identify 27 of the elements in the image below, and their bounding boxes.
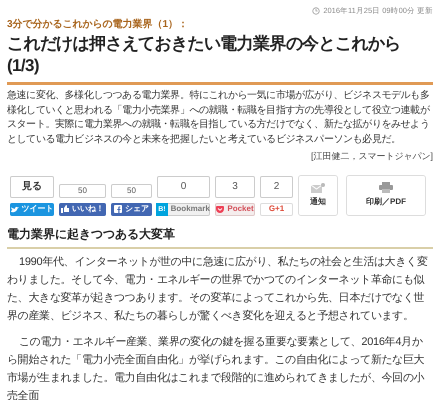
envelope-icon: [311, 182, 325, 192]
section-heading: 電力業界に起きつつある大変革: [7, 226, 176, 242]
gplus-button[interactable]: G+1: [260, 202, 293, 216]
share-button[interactable]: シェア: [111, 202, 152, 216]
pocket-icon: [216, 206, 224, 212]
body-paragraph: この電力・エネルギー産業、業界の変化の鍵を握る重要な要素として、2016年4月から開始された「電力小売全面自由化」が挙げられます。この自由化によって新たな巨大市場が生まれました。電力自由化はこれまで段階的に進められてきましたが、今回の小売全面: [7, 334, 426, 400]
lead-paragraph: 急速に変化、多様化しつつある電力業界。特にこれから一気に市場が広がり、ビジネスモデルも多様化していくと思われる「電力小売業界」への就職・転職を目指す方の先導役として役立つ連載がスタート。実際に電力業界への就職・転職を目指している方だけでなく、新たな拡がりをみせようとしている電力ビジネスの今と未来を把握したいと考えているビジネスパーソンも必見だ。: [7, 89, 431, 146]
notify-button[interactable]: 通知: [298, 174, 338, 216]
share-count: 50: [59, 184, 106, 198]
print-button[interactable]: 印刷／PDF: [346, 174, 426, 216]
like-button[interactable]: いいね！: [59, 202, 106, 216]
printer-icon: [379, 182, 393, 193]
f-logo-icon: [114, 205, 122, 213]
share-count: 0: [157, 176, 210, 198]
article-title: これだけは押さえておきたい電力業界の今とこれから (1/3): [7, 33, 402, 77]
bird-icon: [10, 206, 18, 212]
share-count: 50: [111, 184, 152, 198]
share-count: 3: [215, 176, 255, 198]
clock-icon: [312, 7, 320, 15]
thumbs-up-icon: [61, 205, 69, 213]
pocket-button[interactable]: Pocket: [215, 202, 255, 216]
share-count: 2: [260, 176, 293, 198]
tweet-button[interactable]: ツイート: [10, 202, 54, 216]
series-title[interactable]: 3分で分かるこれからの電力業界（1）：: [7, 18, 433, 32]
body-paragraph: 1990年代、インターネットが世の中に急速に広がり、私たちの社会と生活は大きく変わりました。そして今、電力・エネルギーの世界でかつてのインターネット革命にも似た、大きな変革が起きつつあります。その変革によってこれから先、日本だけでなく世界の産業、ビジネス、私たちの暮らしが驚くべき変化を迎えると予想されています。: [7, 254, 428, 324]
byline: [江田健二，スマートジャパン]: [310, 150, 433, 163]
share-count: 見る: [10, 176, 54, 198]
